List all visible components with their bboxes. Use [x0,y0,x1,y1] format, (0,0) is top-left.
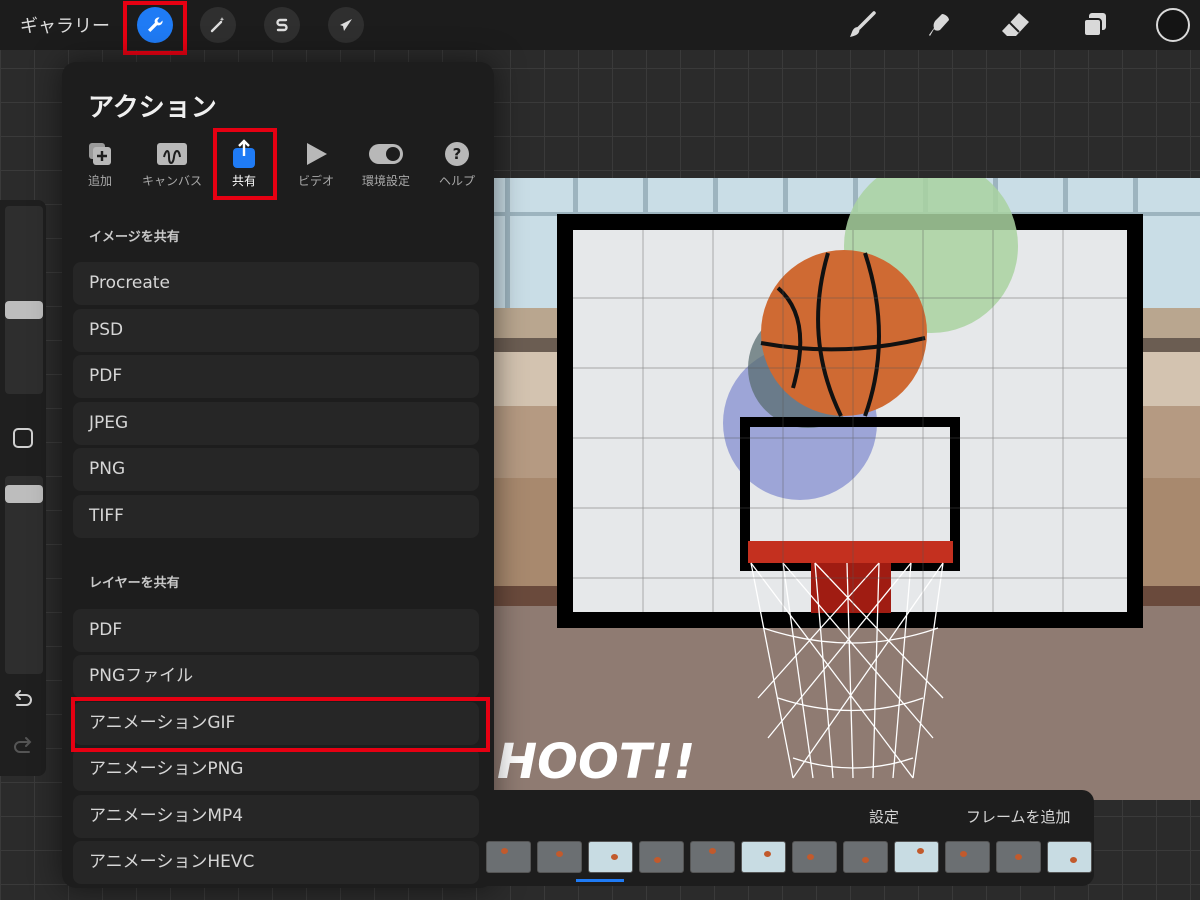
current-frame-indicator [576,879,624,882]
frame-ball-dot [501,848,508,854]
share-animated-gif[interactable]: アニメーションGIF [73,702,479,745]
tab-label: 環境設定 [361,174,410,188]
brush-icon[interactable] [845,8,879,42]
frame-ball-dot [611,854,618,860]
opacity-slider[interactable] [5,476,43,674]
timeline-frame[interactable] [1047,841,1092,873]
tab-preferences[interactable]: 環境設定 [348,140,424,189]
frame-ball-dot [556,851,563,857]
selection-s-icon[interactable] [264,7,300,43]
share-psd[interactable]: PSD [73,309,479,352]
frame-ball-dot [917,848,924,854]
share-png[interactable]: PNG [73,448,479,491]
eraser-icon[interactable] [998,8,1032,42]
modify-button[interactable] [13,428,33,448]
share-procreate[interactable]: Procreate [73,262,479,305]
tab-video[interactable]: ビデオ [278,140,354,189]
timeline-settings-button[interactable]: 設定 [869,806,899,827]
actions-panel: アクション 追加 キャンバス 共有 ビデオ 環境設定 ? ヘルプ イメージを共有… [62,62,494,888]
tab-label: ヘルプ [438,174,475,188]
image-share-header: イメージを共有 [89,230,180,245]
tab-help[interactable]: ? ヘルプ [419,140,495,189]
undo-icon[interactable] [12,689,34,715]
help-icon: ? [419,140,495,168]
toggle-icon [348,140,424,168]
timeline-frame[interactable] [792,841,837,873]
canvas-icon [134,140,210,168]
arrow-transform-icon[interactable] [328,7,364,43]
share-jpeg[interactable]: JPEG [73,402,479,445]
timeline-frame[interactable] [843,841,888,873]
drawing-canvas[interactable]: HOOT!! [493,178,1200,800]
top-toolbar: ギャラリー [0,0,1200,55]
animation-timeline: 設定 フレームを追加 [480,790,1094,886]
timeline-frame[interactable] [486,841,531,873]
share-pdf[interactable]: PDF [73,355,479,398]
layer-share-header: レイヤーを共有 [89,576,180,591]
timeline-frame[interactable] [741,841,786,873]
share-animated-hevc[interactable]: アニメーションHEVC [73,841,479,884]
smudge-icon[interactable] [922,8,956,42]
magic-wand-icon[interactable] [200,7,236,43]
tab-share[interactable]: 共有 [206,139,282,189]
add-frame-button[interactable]: フレームを追加 [966,806,1071,827]
redo-icon[interactable] [12,736,34,762]
layers-icon[interactable] [1078,8,1112,42]
tab-label: 共有 [231,174,256,188]
play-icon [278,140,354,168]
frame-ball-dot [709,848,716,854]
share-tiff[interactable]: TIFF [73,495,479,538]
frame-ball-dot [960,851,967,857]
shoot-text: HOOT!! [497,734,695,790]
add-icon [62,140,138,168]
frame-ball-dot [862,857,869,863]
frame-ball-dot [1015,854,1022,860]
timeline-frame[interactable] [945,841,990,873]
color-picker-circle[interactable] [1156,8,1190,42]
frame-ball-dot [1070,857,1077,863]
timeline-frame[interactable] [996,841,1041,873]
tab-label: 追加 [87,174,112,188]
brush-size-slider[interactable] [5,206,43,394]
brush-size-knob[interactable] [5,301,43,319]
gallery-button[interactable]: ギャラリー [20,12,110,38]
left-sidebar [0,200,46,776]
share-animated-mp4[interactable]: アニメーションMP4 [73,795,479,838]
opacity-knob[interactable] [5,485,43,503]
panel-title: アクション [88,93,217,123]
tab-label: ビデオ [297,174,334,188]
basketball-artwork: HOOT!! [493,178,1200,800]
share-animated-png[interactable]: アニメーションPNG [73,748,479,791]
timeline-frame[interactable] [639,841,684,873]
tab-label: キャンバス [141,174,202,188]
share-icon [206,139,282,168]
tab-canvas[interactable]: キャンバス [134,140,210,189]
timeline-frame[interactable] [690,841,735,873]
wrench-icon[interactable] [137,7,173,43]
share-png-files[interactable]: PNGファイル [73,655,479,698]
frame-ball-dot [764,851,771,857]
frame-ball-dot [654,857,661,863]
tab-add[interactable]: 追加 [62,140,138,189]
frame-ball-dot [807,854,814,860]
share-layer-pdf[interactable]: PDF [73,609,479,652]
timeline-frame[interactable] [537,841,582,873]
timeline-frame[interactable] [894,841,939,873]
timeline-frame[interactable] [588,841,633,873]
svg-text:?: ? [453,145,462,163]
